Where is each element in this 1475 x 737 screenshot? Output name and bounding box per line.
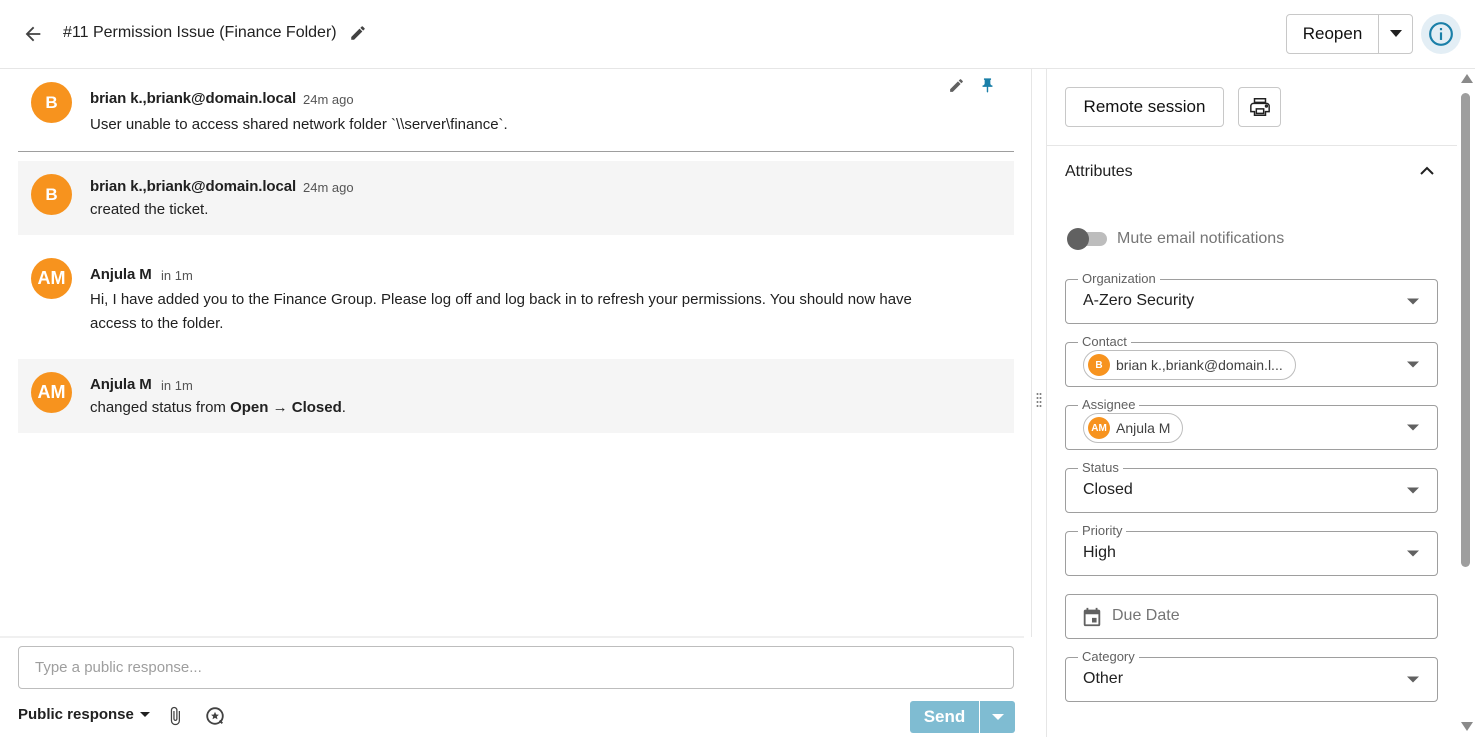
message-body: Hi, I have added you to the Finance Grou… [90, 291, 912, 332]
caret-down-icon [139, 711, 150, 717]
category-select[interactable]: Category Other [1065, 649, 1438, 702]
scroll-up-arrow-icon[interactable] [1461, 74, 1473, 83]
caret-down-icon [1407, 550, 1419, 557]
message-time: 24m ago [303, 180, 354, 195]
mute-email-label: Mute email notifications [1117, 230, 1285, 247]
message-time: in 1m [161, 268, 193, 283]
ticket-title: #11 Permission Issue (Finance Folder) [63, 24, 337, 41]
edit-message-pencil-icon[interactable] [948, 77, 965, 99]
pinned-divider [18, 151, 1014, 152]
message-body: User unable to access shared network fol… [90, 116, 508, 133]
message-item: AM Anjula M in 1m Hi, I have added you t… [18, 245, 1014, 345]
contact-select[interactable]: Contact B brian k.,briank@domain.l... [1065, 334, 1438, 387]
caret-down-icon [991, 713, 1004, 720]
organization-select[interactable]: Organization A-Zero Security [1065, 271, 1438, 324]
attachment-paperclip-icon[interactable] [165, 705, 185, 727]
caret-down-icon [1407, 361, 1419, 368]
reopen-options-dropdown[interactable] [1379, 15, 1412, 53]
message-item: B brian k.,briank@domain.local 24m ago U… [18, 69, 1014, 151]
ticket-header: #11 Permission Issue (Finance Folder) Re… [0, 0, 1475, 69]
caret-down-icon [1407, 487, 1419, 494]
ticket-side-panel: Remote session Attributes Mute email not… [1046, 69, 1458, 737]
contact-chip[interactable]: B brian k.,briank@domain.l... [1083, 350, 1296, 380]
pin-icon[interactable] [979, 77, 996, 99]
priority-select[interactable]: Priority High [1065, 523, 1438, 576]
field-legend: Assignee [1078, 397, 1140, 412]
activity-item: AM Anjula M in 1m changed status from Op… [18, 359, 1014, 433]
avatar: AM [31, 258, 72, 299]
message-body: created the ticket. [90, 201, 209, 218]
canned-response-icon[interactable] [204, 705, 226, 727]
print-icon[interactable] [1238, 87, 1281, 127]
to-status: Closed [291, 399, 342, 416]
send-button[interactable]: Send [910, 701, 979, 733]
field-legend: Priority [1078, 523, 1127, 538]
panel-divider [1047, 145, 1458, 146]
panel-scrollbar[interactable] [1457, 69, 1475, 737]
message-author: brian k.,briank@domain.local [90, 178, 297, 195]
scroll-down-arrow-icon[interactable] [1461, 722, 1473, 731]
avatar: B [31, 174, 72, 215]
ticket-thread: B brian k.,briank@domain.local 24m ago U… [0, 69, 1032, 637]
message-time: 24m ago [303, 92, 354, 107]
caret-down-icon [1407, 424, 1419, 431]
message-author: Anjula M [90, 266, 152, 283]
remote-session-button[interactable]: Remote session [1065, 87, 1224, 127]
send-button-group: Send [910, 701, 1015, 733]
attributes-title: Attributes [1065, 163, 1133, 180]
send-options-dropdown[interactable] [980, 701, 1015, 733]
due-date-placeholder: Due Date [1112, 607, 1180, 624]
field-legend: Status [1078, 460, 1123, 475]
response-input[interactable] [18, 646, 1014, 689]
message-author: brian k.,briank@domain.local [90, 90, 297, 107]
edit-title-pencil-icon[interactable] [347, 22, 369, 44]
caret-down-icon [1407, 676, 1419, 683]
reopen-button[interactable]: Reopen [1287, 15, 1379, 53]
avatar: B [31, 82, 72, 123]
status-select[interactable]: Status Closed [1065, 460, 1438, 513]
assignee-chip[interactable]: AM Anjula M [1083, 413, 1184, 443]
mute-email-toggle[interactable] [1067, 228, 1111, 250]
resize-handle[interactable] [1036, 392, 1042, 410]
calendar-icon [1083, 607, 1101, 627]
caret-down-icon [1389, 30, 1402, 37]
field-value: Other [1083, 670, 1124, 687]
avatar: B [1088, 354, 1110, 376]
message-tools [948, 77, 996, 99]
field-value: A-Zero Security [1083, 292, 1195, 309]
message-author: Anjula M [90, 376, 152, 393]
field-legend: Category [1078, 649, 1139, 664]
field-legend: Organization [1078, 271, 1160, 286]
info-icon[interactable] [1421, 14, 1461, 54]
message-time: in 1m [161, 378, 193, 393]
avatar: AM [31, 372, 72, 413]
reopen-button-group: Reopen [1286, 14, 1413, 54]
field-value: Closed [1083, 481, 1133, 498]
field-legend: Contact [1078, 334, 1131, 349]
caret-down-icon [1407, 298, 1419, 305]
message-body: changed status from Open → Closed. [90, 399, 346, 416]
assignee-select[interactable]: Assignee AM Anjula M [1065, 397, 1438, 450]
avatar: AM [1088, 417, 1110, 439]
composer-divider [0, 636, 1024, 638]
activity-item: B brian k.,briank@domain.local 24m ago c… [18, 161, 1014, 235]
field-value: High [1083, 544, 1116, 561]
back-arrow-icon[interactable] [20, 21, 46, 47]
from-status: Open [230, 399, 269, 416]
response-type-dropdown[interactable]: Public response [18, 706, 150, 723]
due-date-field[interactable]: Due Date [1065, 594, 1438, 639]
scrollbar-thumb[interactable] [1461, 93, 1470, 567]
chevron-up-icon[interactable] [1417, 160, 1437, 180]
